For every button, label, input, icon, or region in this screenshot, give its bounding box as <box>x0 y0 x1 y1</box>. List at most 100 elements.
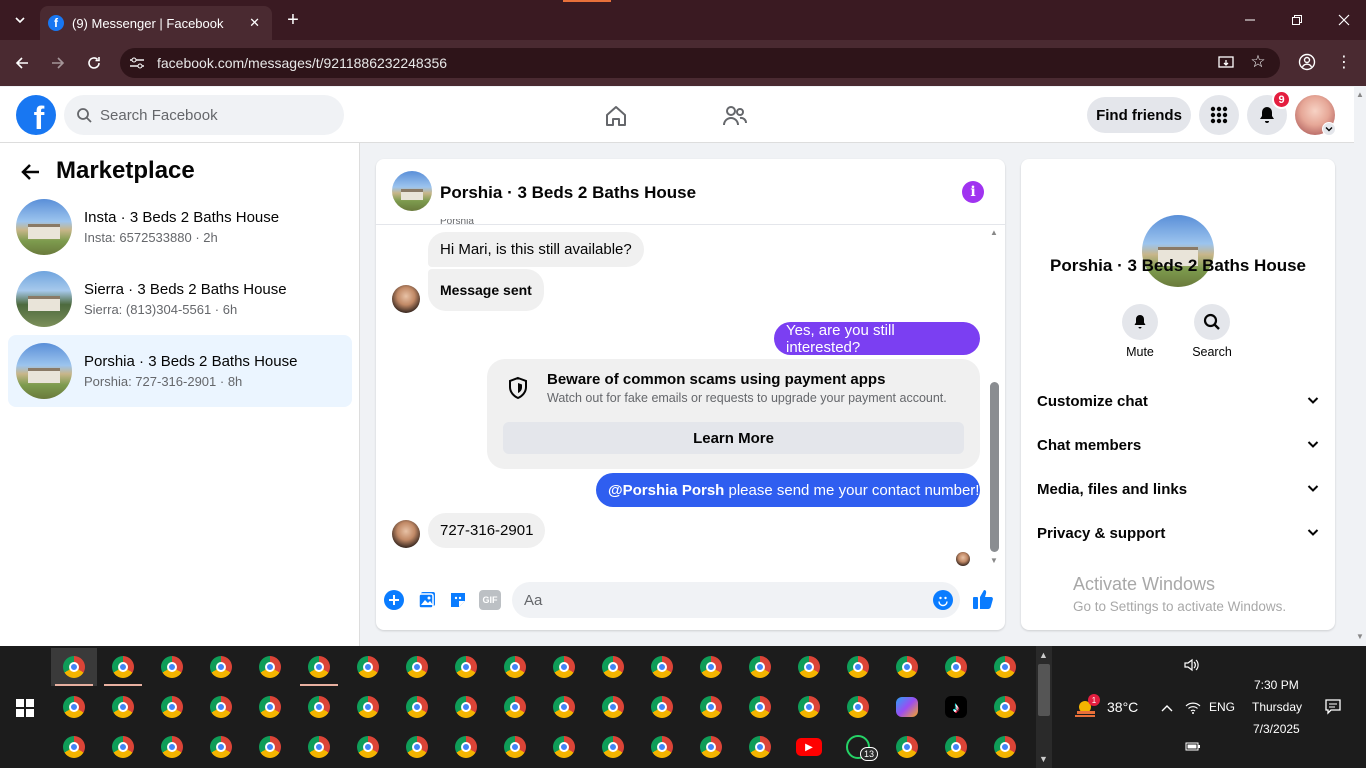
chat-scrollbar-thumb[interactable] <box>990 382 999 552</box>
like-thumbs-up-icon[interactable] <box>971 587 995 611</box>
chat-scroll-up-icon[interactable]: ▲ <box>990 228 998 237</box>
chrome-app-icon[interactable] <box>590 688 636 726</box>
chrome-app-icon[interactable] <box>639 648 685 686</box>
chrome-app-icon[interactable] <box>688 728 734 766</box>
chrome-app-icon[interactable] <box>737 688 783 726</box>
chat-header-thumbnail[interactable] <box>392 171 432 211</box>
chrome-app-icon[interactable] <box>443 648 489 686</box>
chat-title[interactable]: Porshia · 3 Beds 2 Baths House <box>440 183 696 203</box>
privacy-support-section[interactable]: Privacy & support <box>1037 518 1319 548</box>
incoming-message[interactable]: 727-316-2901 <box>428 513 546 548</box>
mute-bell-icon[interactable] <box>1122 304 1158 340</box>
incoming-message[interactable]: Message sent <box>428 269 544 311</box>
conversation-item-sierra[interactable]: Sierra · 3 Beds 2 Baths House Sierra: (8… <box>8 263 352 335</box>
find-friends-button[interactable]: Find friends <box>1087 97 1191 133</box>
tray-expand-chevron-up-icon[interactable] <box>1160 701 1174 713</box>
menu-grid-icon[interactable] <box>1199 95 1239 135</box>
back-arrow-icon[interactable] <box>10 51 34 75</box>
outgoing-message[interactable]: Yes, are you still interested? <box>774 322 980 356</box>
chrome-app-icon[interactable] <box>590 728 636 766</box>
restore-window-icon[interactable] <box>1285 8 1309 32</box>
profile-icon[interactable] <box>1297 52 1317 72</box>
chrome-app-icon[interactable] <box>737 648 783 686</box>
chrome-app-icon[interactable] <box>492 728 538 766</box>
close-window-icon[interactable] <box>1332 8 1356 32</box>
chrome-app-icon[interactable] <box>247 648 293 686</box>
chrome-app-icon[interactable] <box>982 728 1028 766</box>
browser-tab-messenger[interactable]: f (9) Messenger | Facebook ✕ <box>40 6 272 40</box>
chrome-app-icon[interactable] <box>100 648 146 686</box>
page-scrollbar[interactable] <box>1354 87 1366 646</box>
minimize-window-icon[interactable] <box>1238 8 1262 32</box>
chrome-app-icon[interactable] <box>786 648 832 686</box>
chat-scroll-down-icon[interactable]: ▼ <box>990 556 998 565</box>
forward-arrow-icon[interactable] <box>46 51 70 75</box>
chrome-app-icon[interactable] <box>296 728 342 766</box>
tab-search-icon[interactable] <box>8 8 32 32</box>
whatsapp-app-icon[interactable]: 13 <box>835 728 881 766</box>
clock-day[interactable]: Thursday <box>1252 700 1302 714</box>
chrome-app-icon[interactable] <box>835 688 881 726</box>
sender-avatar[interactable] <box>392 285 420 313</box>
incoming-message[interactable]: Hi Mari, is this still available? <box>428 232 644 267</box>
chrome-app-icon[interactable] <box>247 688 293 726</box>
sticker-icon[interactable] <box>447 589 469 611</box>
back-arrow-icon[interactable] <box>20 160 44 184</box>
search-in-conversation-icon[interactable] <box>1194 304 1230 340</box>
chrome-app-icon[interactable] <box>737 728 783 766</box>
tab-close-icon[interactable]: ✕ <box>245 15 264 31</box>
install-app-icon[interactable] <box>1216 53 1236 73</box>
page-scroll-up-icon[interactable]: ▲ <box>1356 90 1364 99</box>
chrome-app-icon[interactable] <box>541 688 587 726</box>
chrome-app-icon[interactable] <box>884 648 930 686</box>
chrome-app-icon[interactable] <box>149 688 195 726</box>
clock-time[interactable]: 7:30 PM <box>1254 678 1299 692</box>
media-files-links-section[interactable]: Media, files and links <box>1037 474 1319 504</box>
chrome-app-icon[interactable] <box>345 728 391 766</box>
chrome-app-icon[interactable] <box>443 728 489 766</box>
message-input[interactable]: Aa <box>512 582 960 618</box>
chrome-app-icon[interactable] <box>100 688 146 726</box>
page-scroll-down-icon[interactable]: ▼ <box>1356 632 1364 641</box>
chrome-app-icon[interactable] <box>639 728 685 766</box>
volume-icon[interactable] <box>1183 657 1201 673</box>
chrome-app-icon[interactable] <box>492 648 538 686</box>
taskbar-scroll-up-icon[interactable]: ▲ <box>1039 650 1048 660</box>
youtube-app-icon[interactable]: ▶ <box>786 728 832 766</box>
outgoing-message[interactable]: @Porshia Porsh please send me your conta… <box>596 473 980 507</box>
chrome-app-icon[interactable] <box>933 728 979 766</box>
reload-icon[interactable] <box>82 51 106 75</box>
friends-icon[interactable] <box>721 102 749 130</box>
chrome-app-icon[interactable] <box>982 688 1028 726</box>
chrome-app-icon[interactable] <box>982 648 1028 686</box>
info-listing-name[interactable]: Porshia · 3 Beds 2 Baths House <box>1021 256 1335 276</box>
mention-tag[interactable]: @Porshia Porsh <box>608 482 724 499</box>
conversation-info-icon[interactable]: i <box>962 181 984 203</box>
sender-avatar[interactable] <box>392 520 420 548</box>
chrome-app-icon[interactable] <box>345 688 391 726</box>
chrome-app-icon[interactable] <box>296 648 342 686</box>
taskbar-scroll-thumb[interactable] <box>1038 664 1050 716</box>
wifi-icon[interactable] <box>1185 700 1201 714</box>
chrome-app-icon[interactable] <box>51 648 97 686</box>
copilot-app-icon[interactable] <box>884 688 930 726</box>
windows-start-icon[interactable] <box>16 699 34 717</box>
chrome-app-icon[interactable] <box>247 728 293 766</box>
chrome-app-icon[interactable] <box>443 688 489 726</box>
bookmark-star-icon[interactable]: ☆ <box>1248 52 1268 72</box>
site-settings-icon[interactable] <box>127 54 147 72</box>
facebook-logo-icon[interactable]: f <box>16 95 56 135</box>
chrome-app-icon[interactable] <box>51 688 97 726</box>
chrome-app-icon[interactable] <box>394 688 440 726</box>
chrome-app-icon[interactable] <box>639 688 685 726</box>
tiktok-app-icon[interactable]: ♪ <box>933 688 979 726</box>
chrome-app-icon[interactable] <box>345 648 391 686</box>
notifications-center-icon[interactable] <box>1325 699 1341 715</box>
clock-date[interactable]: 7/3/2025 <box>1253 722 1300 736</box>
address-bar[interactable]: facebook.com/messages/t/9211886232248356 <box>120 48 1280 78</box>
listing-photo[interactable] <box>1142 215 1214 287</box>
new-tab-button[interactable]: + <box>282 8 304 32</box>
browser-menu-icon[interactable]: ⋮ <box>1334 52 1354 72</box>
search-facebook-input[interactable]: Search Facebook <box>64 95 344 135</box>
conversation-item-porshia[interactable]: Porshia · 3 Beds 2 Baths House Porshia: … <box>8 335 352 407</box>
